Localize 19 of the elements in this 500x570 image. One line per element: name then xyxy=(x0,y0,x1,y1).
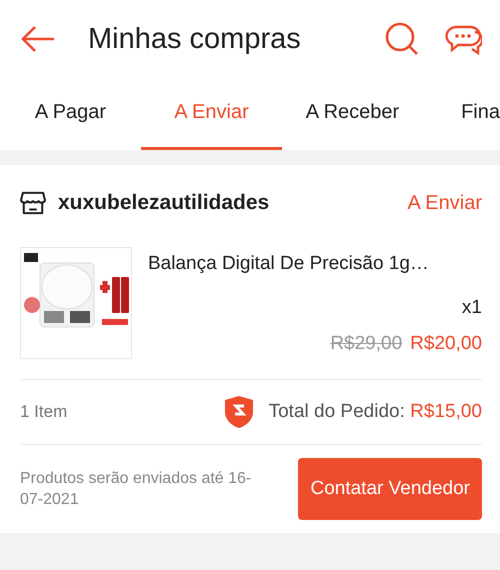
quantity: x1 xyxy=(462,297,482,319)
product-name[interactable]: Balança Digital De Precisão 1g… xyxy=(148,253,429,275)
order-status: A Enviar xyxy=(408,192,482,214)
contact-seller-button[interactable]: Contatar Vendedor xyxy=(298,458,482,520)
item-count: 1 Item xyxy=(20,402,68,422)
original-price: R$29,00 xyxy=(330,333,402,355)
tab[interactable]: Fina xyxy=(423,78,500,150)
search-icon[interactable] xyxy=(384,21,420,57)
order-total: Total do Pedido: R$15,00 xyxy=(268,401,482,423)
shipping-note: Produtos serão enviados até 16-07-2021 xyxy=(20,469,252,510)
tab[interactable]: A Pagar xyxy=(0,78,141,150)
price: R$20,00 xyxy=(410,333,482,355)
back-icon[interactable] xyxy=(20,25,56,53)
tab[interactable]: A Receber xyxy=(282,78,423,150)
page-title: Minhas compras xyxy=(88,22,302,56)
store-icon xyxy=(20,191,46,215)
shield-icon xyxy=(222,395,255,429)
shop-name[interactable]: xuxubelezautilidades xyxy=(58,191,396,215)
tab[interactable]: A Enviar xyxy=(141,78,282,150)
